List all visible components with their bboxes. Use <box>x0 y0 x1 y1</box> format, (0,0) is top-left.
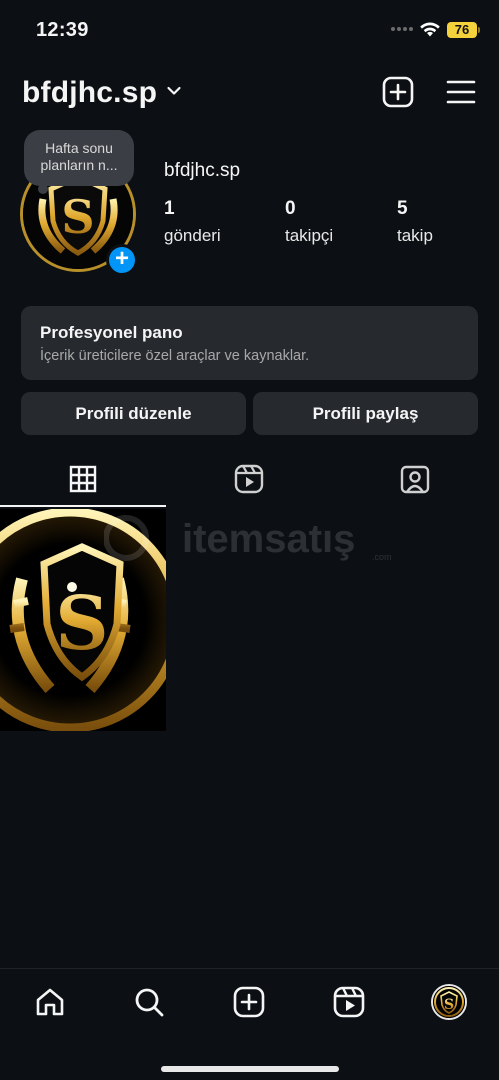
watermark-text: itemsatış <box>182 517 355 561</box>
profile-header: bfdjhc.sp <box>0 70 499 116</box>
stat-value: 0 <box>285 198 296 219</box>
stat-label: gönderi <box>164 226 221 245</box>
grid-icon[interactable] <box>66 462 100 496</box>
signal-icon <box>391 27 413 31</box>
stat-label: takipçi <box>285 226 334 245</box>
gold-s-logo-icon: S <box>433 986 465 1018</box>
chevron-down-icon[interactable] <box>166 83 182 99</box>
note-bubble-tail <box>38 184 48 194</box>
reels-icon[interactable] <box>332 985 366 1019</box>
home-icon[interactable] <box>33 985 67 1019</box>
dashboard-subtitle: İçerik üreticilere özel araçlar ve kayna… <box>40 348 310 364</box>
status-bar: 12:39 76 <box>0 0 499 60</box>
home-indicator <box>161 1066 339 1072</box>
reels-icon[interactable] <box>232 462 266 496</box>
bottom-navigation: S <box>0 968 499 1080</box>
note-bubble[interactable]: Hafta sonu planların n... <box>24 130 134 186</box>
search-icon[interactable] <box>132 985 166 1019</box>
edit-profile-button[interactable]: Profili düzenle <box>21 392 246 435</box>
stat-value: 5 <box>397 198 408 219</box>
svg-text:S: S <box>61 190 94 244</box>
tagged-icon[interactable] <box>398 462 432 496</box>
watermark-logo-icon: itemsatış .com <box>103 515 392 562</box>
svg-text:S: S <box>55 581 108 667</box>
professional-dashboard-card[interactable]: Profesyonel pano İçerik üreticilere özel… <box>21 306 478 380</box>
following-count[interactable]: 5 takip <box>397 198 433 246</box>
account-switcher-username[interactable]: bfdjhc.sp <box>22 76 157 110</box>
battery-tip <box>478 27 480 33</box>
status-time: 12:39 <box>36 19 89 41</box>
svg-text:S: S <box>444 997 454 1013</box>
wifi-icon <box>420 22 440 37</box>
stat-value: 1 <box>164 198 175 219</box>
active-tab-indicator <box>0 505 166 507</box>
profile-avatar-area: Hafta sonu planların n... S + <box>20 130 138 276</box>
create-icon[interactable] <box>232 985 266 1019</box>
posts-count[interactable]: 1 gönderi <box>164 198 221 246</box>
watermark-suffix: .com <box>372 552 392 562</box>
stat-label: takip <box>397 226 433 245</box>
battery-indicator: 76 <box>447 22 477 38</box>
hamburger-menu-icon[interactable] <box>446 78 476 106</box>
profile-tab-avatar[interactable]: S <box>431 984 467 1020</box>
dashboard-title: Profesyonel pano <box>40 323 183 342</box>
add-story-button[interactable]: + <box>106 244 138 276</box>
followers-count[interactable]: 0 takipçi <box>285 198 333 246</box>
share-profile-button[interactable]: Profili paylaş <box>253 392 478 435</box>
profile-name: bfdjhc.sp <box>164 160 241 181</box>
watermark: itemsatış .com <box>103 514 394 564</box>
new-post-button[interactable] <box>382 76 414 108</box>
